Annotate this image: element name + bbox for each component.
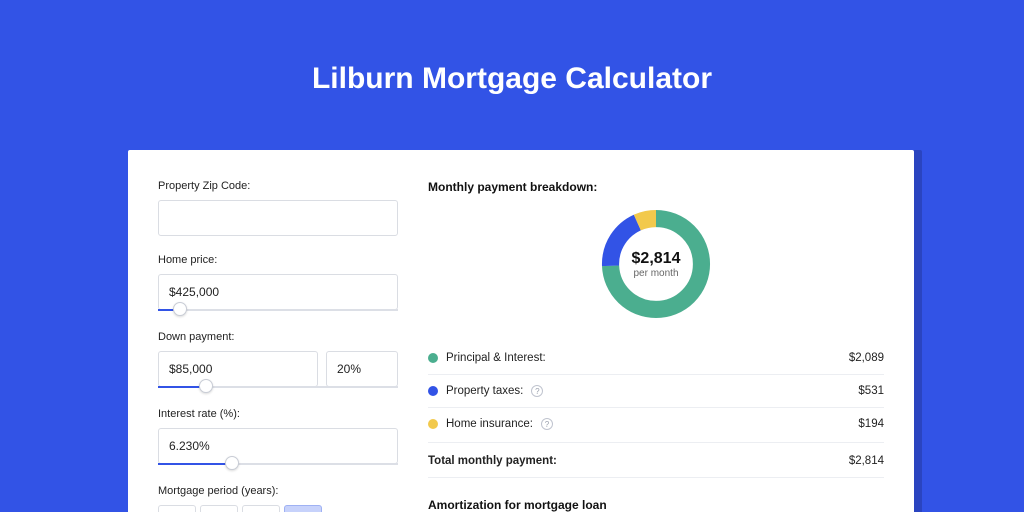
home-price-slider[interactable] xyxy=(158,309,398,313)
period-btn-30[interactable]: 30 xyxy=(284,505,322,512)
page-title: Lilburn Mortgage Calculator xyxy=(0,0,1024,96)
interest-rate-label: Interest rate (%): xyxy=(158,408,398,420)
period-btn-10[interactable]: 10 xyxy=(158,505,196,512)
donut-sub: per month xyxy=(633,268,678,279)
down-payment-label: Down payment: xyxy=(158,331,398,343)
legend-dot-insurance xyxy=(428,419,438,429)
legend-dot-principal xyxy=(428,353,438,363)
home-price-group: Home price: xyxy=(158,254,398,313)
breakdown-row-taxes: Property taxes:? $531 xyxy=(428,375,884,408)
amortization-title: Amortization for mortgage loan xyxy=(428,498,884,512)
breakdown-panel: Monthly payment breakdown: $2,814 per mo… xyxy=(428,180,884,512)
interest-rate-slider[interactable] xyxy=(158,463,398,467)
zip-label: Property Zip Code: xyxy=(158,180,398,192)
breakdown-label: Principal & Interest: xyxy=(446,352,546,364)
breakdown-label: Property taxes: xyxy=(446,385,523,397)
info-icon[interactable]: ? xyxy=(531,385,543,397)
amortization-section: Amortization for mortgage loan Amortizat… xyxy=(428,498,884,512)
donut-chart: $2,814 per month xyxy=(596,204,716,324)
breakdown-label: Home insurance: xyxy=(446,418,533,430)
breakdown-row-insurance: Home insurance:? $194 xyxy=(428,408,884,440)
donut-amount: $2,814 xyxy=(632,250,681,268)
home-price-input[interactable] xyxy=(158,274,398,310)
total-label: Total monthly payment: xyxy=(428,455,557,467)
legend-dot-taxes xyxy=(428,386,438,396)
interest-rate-input[interactable] xyxy=(158,428,398,464)
inputs-panel: Property Zip Code: Home price: Down paym… xyxy=(158,180,398,512)
down-payment-slider[interactable] xyxy=(158,386,398,390)
calculator-card: Property Zip Code: Home price: Down paym… xyxy=(128,150,914,512)
period-group: Mortgage period (years): 10 15 20 30 xyxy=(158,485,398,512)
period-btn-20[interactable]: 20 xyxy=(242,505,280,512)
zip-group: Property Zip Code: xyxy=(158,180,398,236)
breakdown-title: Monthly payment breakdown: xyxy=(428,180,884,194)
home-price-label: Home price: xyxy=(158,254,398,266)
interest-rate-group: Interest rate (%): xyxy=(158,408,398,467)
breakdown-value: $531 xyxy=(858,385,884,397)
zip-input[interactable] xyxy=(158,200,398,236)
total-value: $2,814 xyxy=(849,455,884,467)
down-payment-group: Down payment: xyxy=(158,331,398,390)
breakdown-value: $2,089 xyxy=(849,352,884,364)
info-icon[interactable]: ? xyxy=(541,418,553,430)
breakdown-value: $194 xyxy=(858,418,884,430)
down-payment-input[interactable] xyxy=(158,351,318,387)
down-payment-pct-input[interactable] xyxy=(326,351,398,387)
period-label: Mortgage period (years): xyxy=(158,485,398,497)
breakdown-row-principal: Principal & Interest: $2,089 xyxy=(428,342,884,375)
total-row: Total monthly payment: $2,814 xyxy=(428,442,884,478)
period-btn-15[interactable]: 15 xyxy=(200,505,238,512)
